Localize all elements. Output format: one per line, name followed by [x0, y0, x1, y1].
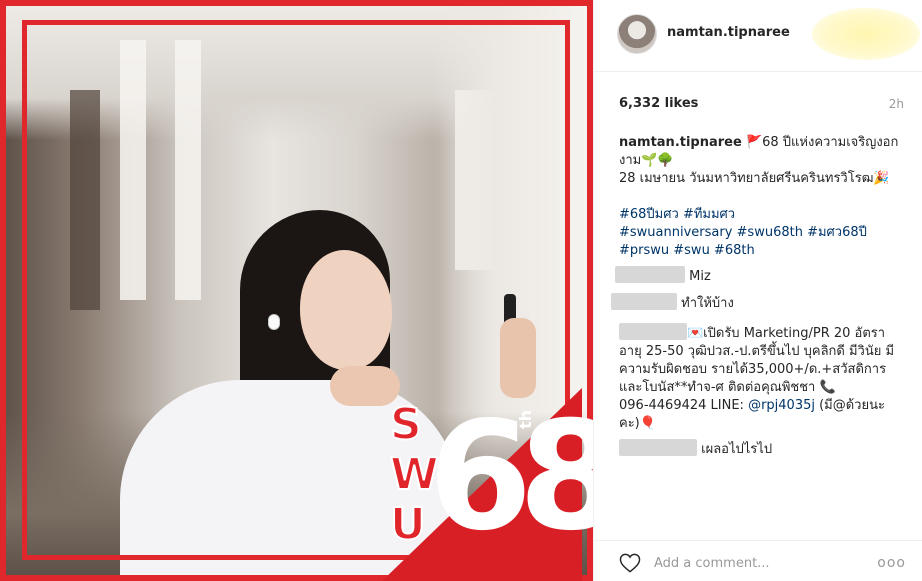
caption-hashtags[interactable]: #68ปีมศว #ทีมมศว [619, 206, 909, 224]
caption-line: งาม🌱🌳 [619, 153, 674, 168]
badge-letter: W [389, 449, 440, 501]
comment-item: ทำให้บ้าง [611, 293, 909, 313]
badge-letter: U [389, 499, 427, 551]
caption-gap [619, 188, 909, 206]
badge-suffix: th [516, 409, 536, 430]
redacted-username[interactable] [619, 323, 687, 340]
comment-text: (มี@ด้วยนะ [814, 398, 885, 413]
add-comment-input[interactable]: Add a comment... [654, 556, 770, 571]
caption-line: namtan.tipnaree 🚩68 ปีแห่งความเจริญงอก [619, 134, 909, 152]
comment-line: และโบนัส**ทำจ-ศ ติดต่อคุณพิชชา 📞 [619, 380, 836, 395]
avatar[interactable] [617, 14, 657, 54]
caption-text: 🚩68 ปีแห่งความเจริญงอก [741, 135, 899, 150]
post-footer: Add a comment... ooo [594, 540, 922, 581]
comments-list: namtan.tipnaree 🚩68 ปีแห่งความเจริญงอก ง… [611, 134, 909, 459]
comment-text: 💌เปิดรับ Marketing/PR 20 อัตรา [687, 326, 886, 341]
redacted-username[interactable] [615, 266, 685, 283]
username-link[interactable]: namtan.tipnaree [667, 25, 790, 40]
heart-outline-icon[interactable] [619, 553, 641, 573]
badge-letters: S W U [389, 399, 440, 551]
comment-text: ทำให้บ้าง [677, 296, 734, 311]
comment-item: 💌เปิดรับ Marketing/PR 20 อัตรา อายุ 25-5… [619, 323, 909, 433]
redacted-username[interactable] [619, 439, 697, 456]
post-timestamp[interactable]: 2h [889, 97, 904, 111]
caption-line: 28 เมษายน วันมหาวิทยาลัยศรีนครินทรวิโรฒ🎉 [619, 171, 890, 186]
post-photo[interactable]: S W U 68 th [0, 0, 593, 581]
caption-hashtags[interactable]: #prswu #swu #68th [619, 242, 909, 260]
likes-count[interactable]: 6,332 likes [619, 96, 698, 111]
comment-text: เผลอไปไรไป [697, 442, 773, 457]
post-header: namtan.tipnaree [594, 0, 922, 72]
comment-line: ความรับผิดชอบ รายได้35,000+/ด.+สวัสดิการ [619, 362, 887, 377]
caption-hashtags[interactable]: #swuanniversary #swu68th #มศว68ปี [619, 224, 909, 242]
badge-letter: S [389, 399, 423, 451]
comment-line: คะ)🎈 [619, 416, 656, 431]
comment-text: 096-4469424 LINE: [619, 398, 749, 413]
comment-text: Miz [685, 269, 711, 284]
caption-username[interactable]: namtan.tipnaree [619, 135, 742, 150]
marker-highlight [812, 8, 920, 60]
redacted-username[interactable] [611, 293, 677, 310]
post-side-panel: namtan.tipnaree 6,332 likes 2h namtan.ti… [593, 0, 922, 581]
comment-item: เผลอไปไรไป [619, 439, 909, 459]
swu68-badge: S W U 68 th [382, 388, 593, 581]
comment-line: 096-4469424 LINE: @rpj4035j (มี@ด้วยนะ [619, 397, 909, 415]
comment-line: อายุ 25-50 วุฒิปวส.-ป.ตรีขึ้นไป บุคลิกดี… [619, 344, 895, 359]
more-options-icon[interactable]: ooo [877, 555, 906, 571]
caption: namtan.tipnaree 🚩68 ปีแห่งความเจริญงอก ง… [619, 134, 909, 260]
badge-number: 68 [428, 390, 593, 564]
comment-item: Miz [615, 266, 909, 286]
comment-line: 💌เปิดรับ Marketing/PR 20 อัตรา [619, 323, 909, 343]
mention-link[interactable]: @rpj4035j [748, 398, 815, 413]
